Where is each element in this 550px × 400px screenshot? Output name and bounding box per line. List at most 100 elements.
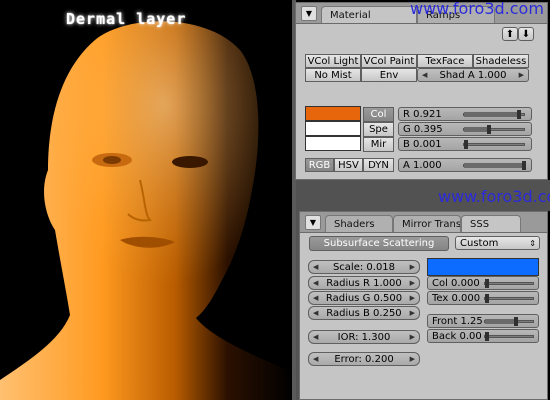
g-fill (464, 127, 487, 132)
watermark-top: www.foro3d.com (410, 0, 544, 18)
back-handle[interactable] (485, 332, 489, 341)
front-fill (485, 319, 514, 324)
sss-panel: ▼ Shaders Mirror Trans SSS Subsurface Sc… (299, 211, 548, 400)
back-label: Back 0.00 (432, 331, 482, 342)
radius-g-field[interactable]: ◀ Radius G 0.500 ▶ (308, 291, 420, 305)
front-track (484, 317, 534, 326)
g-track (463, 125, 525, 134)
watermark-bottom: www.foro3d.com (438, 187, 550, 206)
b-label: B 0.001 (403, 139, 442, 150)
vcol-paint-button[interactable]: VCol Paint (361, 54, 417, 68)
col-handle[interactable] (485, 279, 489, 288)
increment-arrow-icon[interactable]: ▶ (519, 69, 524, 82)
alpha-slider[interactable]: A 1.000 (398, 158, 532, 172)
g-handle[interactable] (486, 125, 491, 134)
front-handle[interactable] (513, 317, 518, 326)
mir-button[interactable]: Mir (363, 137, 394, 152)
r-track (463, 110, 525, 119)
shad-a-field[interactable]: ◀ Shad A 1.000 ▶ (417, 68, 529, 82)
decrement-arrow-icon[interactable]: ◀ (422, 69, 427, 82)
r-fill (464, 112, 518, 117)
col-button[interactable]: Col (363, 107, 394, 122)
tab-material[interactable]: Material (321, 6, 417, 23)
decrement-arrow-icon[interactable]: ◀ (313, 331, 318, 344)
paste-icon[interactable]: ⬇ (518, 27, 534, 41)
front-slider[interactable]: Front 1.25 (427, 314, 539, 328)
increment-arrow-icon[interactable]: ▶ (410, 277, 415, 290)
r-handle[interactable] (517, 110, 522, 119)
ior-label: IOR: 1.300 (337, 332, 391, 343)
increment-arrow-icon[interactable]: ▶ (410, 261, 415, 274)
env-button[interactable]: Env (361, 68, 417, 82)
mir-swatch[interactable] (305, 136, 361, 151)
copy-icon[interactable]: ⬆ (502, 27, 518, 41)
front-label: Front 1.25 (432, 316, 483, 327)
b-handle[interactable] (464, 140, 469, 149)
col-track (484, 279, 534, 288)
material-panel: ▼ Material Ramps ⬆ ⬇ VCol Light VCol Pai… (295, 2, 548, 180)
spe-button[interactable]: Spe (363, 122, 394, 137)
radius-r-field[interactable]: ◀ Radius R 1.000 ▶ (308, 276, 420, 290)
texface-button[interactable]: TexFace (417, 54, 473, 68)
render-preview: Dermal layer (0, 0, 292, 400)
collapse-triangle-icon[interactable]: ▼ (305, 215, 321, 230)
decrement-arrow-icon[interactable]: ◀ (313, 277, 318, 290)
alpha-fill (464, 163, 522, 168)
tab-shaders[interactable]: Shaders (325, 215, 393, 232)
collapse-triangle-icon[interactable]: ▼ (301, 6, 317, 21)
preset-select[interactable]: Custom ⇕ (455, 236, 540, 250)
tab-sss[interactable]: SSS (461, 215, 521, 232)
subsurface-scattering-toggle[interactable]: Subsurface Scattering (309, 236, 449, 251)
sss-tabbar: ▼ Shaders Mirror Trans SSS (300, 212, 547, 233)
error-field[interactable]: ◀ Error: 0.200 ▶ (308, 352, 420, 366)
g-slider[interactable]: G 0.395 (398, 122, 532, 136)
scale-label: Scale: 0.018 (332, 262, 396, 273)
increment-arrow-icon[interactable]: ▶ (410, 307, 415, 320)
decrement-arrow-icon[interactable]: ◀ (313, 261, 318, 274)
face-render-image (0, 21, 292, 400)
alpha-label: A 1.000 (403, 160, 442, 171)
b-track (463, 140, 525, 149)
render-title: Dermal layer (66, 10, 187, 28)
radius-b-label: Radius B 0.250 (326, 308, 402, 319)
no-mist-button[interactable]: No Mist (305, 68, 361, 82)
alpha-handle[interactable] (522, 161, 526, 170)
scale-field[interactable]: ◀ Scale: 0.018 ▶ (308, 260, 420, 274)
decrement-arrow-icon[interactable]: ◀ (313, 292, 318, 305)
col-label: Col 0.000 (432, 278, 480, 289)
sss-color-swatch[interactable] (427, 258, 539, 276)
radius-b-field[interactable]: ◀ Radius B 0.250 ▶ (308, 306, 420, 320)
ior-field[interactable]: ◀ IOR: 1.300 ▶ (308, 330, 420, 344)
r-label: R 0.921 (403, 109, 442, 120)
radius-r-label: Radius R 1.000 (326, 278, 402, 289)
preset-label: Custom (460, 238, 499, 249)
increment-arrow-icon[interactable]: ▶ (410, 331, 415, 344)
shadeless-button[interactable]: Shadeless (473, 54, 529, 68)
increment-arrow-icon[interactable]: ▶ (410, 353, 415, 366)
rgb-mode-button[interactable]: RGB (305, 158, 334, 172)
decrement-arrow-icon[interactable]: ◀ (313, 353, 318, 366)
spe-swatch[interactable] (305, 121, 361, 136)
b-slider[interactable]: B 0.001 (398, 137, 532, 151)
shad-a-label: Shad A 1.000 (439, 70, 507, 81)
tex-track (484, 294, 534, 303)
increment-arrow-icon[interactable]: ▶ (410, 292, 415, 305)
decrement-arrow-icon[interactable]: ◀ (313, 307, 318, 320)
back-slider[interactable]: Back 0.00 (427, 329, 539, 343)
vcol-light-button[interactable]: VCol Light (305, 54, 361, 68)
tex-label: Tex 0.000 (432, 293, 481, 304)
tab-mirror-trans[interactable]: Mirror Trans (393, 215, 461, 232)
tex-slider[interactable]: Tex 0.000 (427, 291, 539, 305)
col-swatch[interactable] (305, 106, 361, 121)
dyn-mode-button[interactable]: DYN (363, 158, 394, 172)
updown-arrow-icon: ⇕ (529, 239, 536, 248)
tex-handle[interactable] (485, 294, 489, 303)
error-label: Error: 0.200 (334, 354, 394, 365)
hsv-mode-button[interactable]: HSV (334, 158, 363, 172)
g-label: G 0.395 (403, 124, 443, 135)
alpha-track (463, 161, 526, 170)
r-slider[interactable]: R 0.921 (398, 107, 532, 121)
col-slider[interactable]: Col 0.000 (427, 276, 539, 290)
back-track (484, 332, 534, 341)
radius-g-label: Radius G 0.500 (325, 293, 403, 304)
